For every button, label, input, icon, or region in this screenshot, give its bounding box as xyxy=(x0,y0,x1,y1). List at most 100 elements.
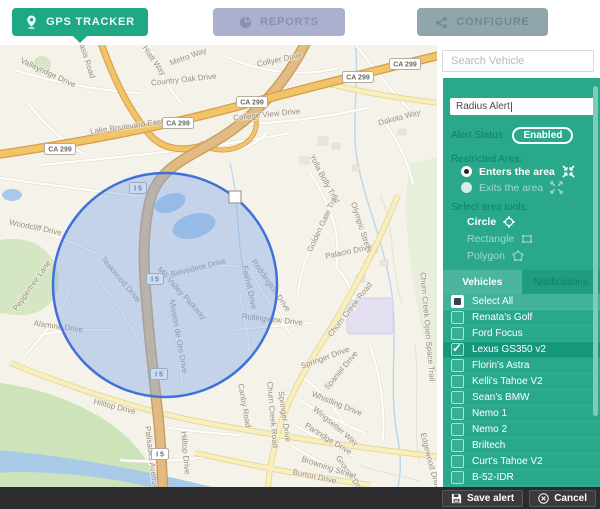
gps-pin-icon xyxy=(25,15,38,29)
tool-label: Rectangle xyxy=(467,233,514,245)
radio-unselected[interactable] xyxy=(461,182,472,193)
highway-shield: CA 299 xyxy=(390,59,421,70)
gps-tracker-app: GPS TRACKER REPORTS CONFIGURE xyxy=(0,0,600,509)
tab-configure[interactable]: CONFIGURE xyxy=(417,8,548,36)
share-icon xyxy=(435,16,448,29)
alert-config-sidebar: Radius Alert Alert Status: Enabled Restr… xyxy=(437,45,600,487)
vehicle-checkbox[interactable] xyxy=(451,407,464,420)
vehicle-row[interactable]: B-52-IDR xyxy=(443,470,600,486)
search-vehicle-input[interactable] xyxy=(442,50,594,72)
svg-text:CA 299: CA 299 xyxy=(166,121,190,128)
vehicle-label: Sean's BMW xyxy=(472,392,529,403)
tab-label: CONFIGURE xyxy=(456,16,529,28)
vehicle-label: Nemo 1 xyxy=(472,408,507,419)
sidebar-tabs: Vehicles Notifications xyxy=(443,270,600,294)
tab-label: GPS TRACKER xyxy=(46,16,135,28)
vehicle-row[interactable]: Nemo 1 xyxy=(443,406,600,422)
radio-selected[interactable] xyxy=(461,166,472,177)
polygon-tool-icon xyxy=(512,250,524,262)
svg-text:CA 299: CA 299 xyxy=(48,147,72,154)
save-icon xyxy=(451,493,462,504)
vehicle-row[interactable]: Florin's Astra xyxy=(443,358,600,374)
radio-label: Exits the area xyxy=(479,182,543,194)
alert-status-row: Alert Status: Enabled xyxy=(451,125,573,145)
circle-tool-icon xyxy=(503,216,515,228)
tab-notifications[interactable]: Notifications xyxy=(522,270,600,294)
cancel-button[interactable]: Cancel xyxy=(529,490,596,507)
vehicle-label: Lexus GS350 v2 xyxy=(472,344,546,355)
tool-label: Polygon xyxy=(467,250,505,262)
vehicle-row[interactable]: Briltech xyxy=(443,438,600,454)
vehicle-label: Briltech xyxy=(472,440,505,451)
highway-shield: CA 299 xyxy=(163,118,194,129)
vehicle-label: Curt's Tahoe V2 xyxy=(472,456,543,467)
vehicle-row[interactable]: Sean's BMW xyxy=(443,390,600,406)
tab-reports[interactable]: REPORTS xyxy=(213,8,345,36)
alert-name-value: Radius Alert xyxy=(456,101,510,112)
alert-status-label: Alert Status: xyxy=(451,130,505,141)
vehicle-label: Florin's Astra xyxy=(472,360,529,371)
alert-config-panel: Radius Alert Alert Status: Enabled Restr… xyxy=(443,78,600,487)
expand-arrows-icon xyxy=(550,181,563,194)
tab-label: REPORTS xyxy=(260,16,319,28)
vehicle-row[interactable]: Nemo 2 xyxy=(443,422,600,438)
tool-circle[interactable]: Circle xyxy=(467,214,515,229)
pie-chart-icon xyxy=(239,16,252,29)
tab-vehicles[interactable]: Vehicles xyxy=(443,270,522,294)
radius-selection[interactable] xyxy=(53,173,277,397)
rectangle-tool-icon xyxy=(521,233,533,245)
vehicle-checkbox[interactable] xyxy=(451,439,464,452)
vehicle-checkbox[interactable] xyxy=(451,343,464,356)
vehicle-checkbox[interactable] xyxy=(451,455,464,468)
vehicle-row[interactable]: Lexus GS350 v2 xyxy=(443,342,600,358)
vehicle-label: B-52-IDR xyxy=(472,472,514,483)
vehicle-checkbox[interactable] xyxy=(451,295,464,308)
svg-text:CA 299: CA 299 xyxy=(393,62,417,69)
vehicle-label: Kelli's Tahoe V2 xyxy=(472,376,543,387)
highway-shield: CA 299 xyxy=(343,72,374,83)
vehicle-checkbox[interactable] xyxy=(451,423,464,436)
save-alert-button[interactable]: Save alert xyxy=(442,490,523,507)
tool-polygon[interactable]: Polygon xyxy=(467,248,524,263)
vehicle-checkbox[interactable] xyxy=(451,391,464,404)
vehicle-row[interactable]: Curt's Tahoe V2 xyxy=(443,454,600,470)
vehicle-label: Renata's Golf xyxy=(472,312,532,323)
vehicle-checkbox[interactable] xyxy=(451,375,464,388)
vehicle-row[interactable]: Select All xyxy=(443,294,600,310)
collapse-arrows-icon xyxy=(562,165,575,178)
highway-shield: I 5 xyxy=(152,449,169,460)
tool-label: Circle xyxy=(467,216,496,228)
svg-text:I 5: I 5 xyxy=(156,452,164,459)
vehicle-row[interactable]: Ford Focus xyxy=(443,326,600,342)
vehicle-row[interactable]: Renata's Golf xyxy=(443,310,600,326)
save-label: Save alert xyxy=(467,493,514,504)
radio-enters-area[interactable]: Enters the area xyxy=(461,164,575,179)
bottom-action-bar: Save alert Cancel xyxy=(0,487,600,509)
vehicle-label: Ford Focus xyxy=(472,328,523,339)
vehicle-list: Select All Renata's Golf Ford Focus Lexus G… xyxy=(443,294,600,486)
vehicle-row[interactable]: Kelli's Tahoe V2 xyxy=(443,374,600,390)
highway-shield: CA 299 xyxy=(237,97,268,108)
tab-gps-tracker[interactable]: GPS TRACKER xyxy=(12,8,148,36)
vehicle-label: Nemo 2 xyxy=(472,424,507,435)
text-caret xyxy=(511,102,512,112)
alert-name-input[interactable]: Radius Alert xyxy=(450,98,595,115)
cancel-icon xyxy=(538,493,549,504)
top-navigation: GPS TRACKER REPORTS CONFIGURE xyxy=(0,0,600,45)
vehicle-checkbox[interactable] xyxy=(451,327,464,340)
map-canvas[interactable]: Valleyridge DriveOasis RoadHiatt WayMetr… xyxy=(0,45,437,487)
svg-text:CA 299: CA 299 xyxy=(240,100,264,107)
scrollbar-thumb[interactable] xyxy=(593,86,598,416)
radio-exits-area[interactable]: Exits the area xyxy=(461,180,563,195)
vehicle-checkbox[interactable] xyxy=(451,311,464,324)
radius-resize-handle[interactable] xyxy=(229,191,241,203)
vehicle-checkbox[interactable] xyxy=(451,359,464,372)
vehicle-checkbox[interactable] xyxy=(451,471,464,484)
svg-text:CA 299: CA 299 xyxy=(346,75,370,82)
radio-label: Enters the area xyxy=(479,166,555,178)
alert-status-toggle[interactable]: Enabled xyxy=(512,127,573,144)
radius-circle[interactable] xyxy=(53,173,277,397)
highway-shield: CA 299 xyxy=(45,144,76,155)
area-tools-label: Select area tools: xyxy=(451,202,528,213)
tool-rectangle[interactable]: Rectangle xyxy=(467,231,533,246)
